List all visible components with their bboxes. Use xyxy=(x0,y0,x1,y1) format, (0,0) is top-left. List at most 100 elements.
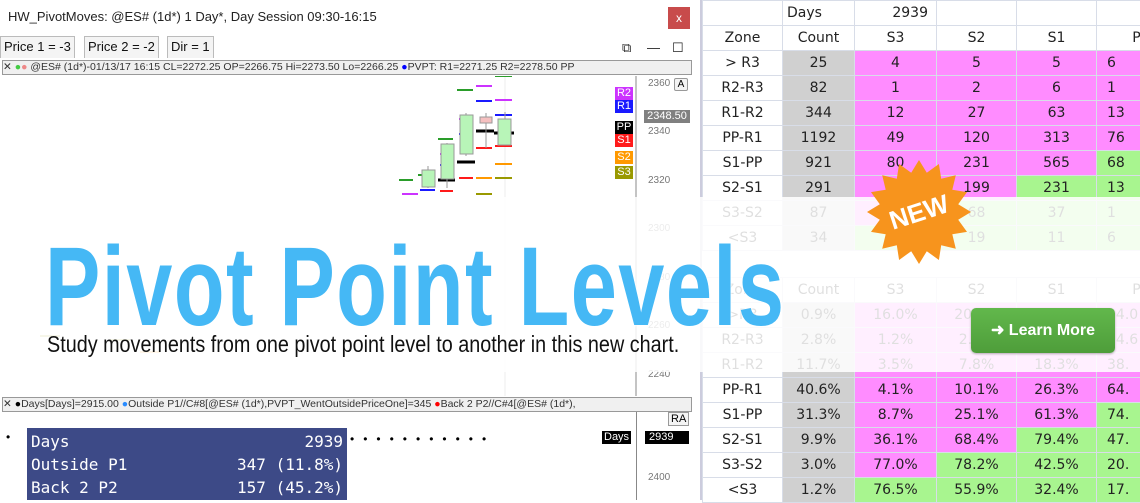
candle xyxy=(480,117,492,123)
value-cell: 313 xyxy=(1017,126,1097,151)
zone-cell: <S3 xyxy=(703,478,783,503)
column-header: P xyxy=(1097,26,1140,51)
value-cell: 68 xyxy=(1097,151,1140,176)
minimize-icon[interactable]: — xyxy=(647,40,660,55)
count-cell: 40.6% xyxy=(783,378,855,403)
days-legend: Days[Days]=2915.00 xyxy=(21,398,119,410)
stat-label: Days xyxy=(31,430,70,453)
candle xyxy=(498,119,511,145)
back-legend: Back 2 P2//C#4[@ES# (1d*), xyxy=(441,398,576,410)
column-header: S1 xyxy=(1017,26,1097,51)
level-s1: S1 xyxy=(615,134,633,147)
value-cell: 32.4% xyxy=(1017,478,1097,503)
restore-icon[interactable]: ⧉ xyxy=(622,40,631,56)
value-cell: 49 xyxy=(855,126,937,151)
subtitle: Study movements from one pivot point lev… xyxy=(47,331,679,358)
value-cell: 6 xyxy=(1097,51,1140,76)
value-cell: 47. xyxy=(1097,428,1140,453)
tab-price-1[interactable]: Price 1 = -3 xyxy=(0,36,75,58)
new-badge: NEW xyxy=(865,158,973,266)
stats-box: Days 2939 Outside P1 347 (11.8%) Back 2 P2… xyxy=(27,428,347,500)
count-cell: 3.0% xyxy=(783,453,855,478)
table-row: S1-PP31.3%8.7%25.1%61.3%74. xyxy=(703,403,1140,428)
maximize-icon[interactable]: ☐ xyxy=(672,40,684,56)
ra-button[interactable]: RA xyxy=(668,412,689,426)
candles xyxy=(422,112,511,188)
value-cell: 1 xyxy=(855,76,937,101)
value-cell: 12 xyxy=(855,101,937,126)
table-row: R2-R3821261 xyxy=(703,76,1140,101)
stat-value: 2939 xyxy=(304,430,343,453)
value-cell: 17. xyxy=(1097,478,1140,503)
count-cell: 82 xyxy=(783,76,855,101)
indicator-axis xyxy=(636,412,637,500)
stat-value: 157 (45.2%) xyxy=(237,476,343,499)
learn-more-button[interactable]: ➜ Learn More xyxy=(971,308,1115,353)
table-row: R1-R234412276313 xyxy=(703,101,1140,126)
last-price-tag: 2348.50 xyxy=(644,110,690,123)
zone-cell: S1-PP xyxy=(703,151,783,176)
value-cell: 76.5% xyxy=(855,478,937,503)
stat-label: Outside P1 xyxy=(31,453,127,476)
title-bar: HW_PivotMoves: @ES# (1d*) 1 Day*, Day Se… xyxy=(0,0,700,36)
candle-icon: ● xyxy=(21,61,27,73)
count-cell: 31.3% xyxy=(783,403,855,428)
count-cell: 1192 xyxy=(783,126,855,151)
value-cell: 25.1% xyxy=(937,403,1017,428)
zone-cell: PP-R1 xyxy=(703,126,783,151)
y-tick: 2360 xyxy=(648,78,670,89)
tab-price-2[interactable]: Price 2 = -2 xyxy=(84,36,159,58)
value-cell: 8.7% xyxy=(855,403,937,428)
indicator-legend: ✕ ●Days[Days]=2915.00 ●Outside P1//C#8[@… xyxy=(2,397,692,412)
cell xyxy=(1017,1,1097,26)
count-cell: 1.2% xyxy=(783,478,855,503)
value-cell: 4 xyxy=(855,51,937,76)
value-cell: 61.3% xyxy=(1017,403,1097,428)
chart-legend: ✕ ●● @ES# (1d*)-01/13/17 16:15 CL=2272.2… xyxy=(2,60,692,75)
column-header: S3 xyxy=(855,26,937,51)
value-cell: 26.3% xyxy=(1017,378,1097,403)
header-row: ZoneCountS3S2S1P xyxy=(703,26,1140,51)
value-cell: 55.9% xyxy=(937,478,1017,503)
candle xyxy=(422,170,435,187)
value-cell: 27 xyxy=(937,101,1017,126)
value-cell: 63 xyxy=(1017,101,1097,126)
value-cell: 1 xyxy=(1097,76,1140,101)
column-header: Count xyxy=(783,26,855,51)
stat-value: 347 (11.8%) xyxy=(237,453,343,476)
zone-cell: > R3 xyxy=(703,51,783,76)
y-tick: 2400 xyxy=(648,472,670,483)
value-cell: 120 xyxy=(937,126,1017,151)
window-title: HW_PivotMoves: @ES# (1d*) 1 Day*, Day Se… xyxy=(8,9,377,24)
table-row: <S31.2%76.5%55.9%32.4%17. xyxy=(703,478,1140,503)
stat-label: Back 2 P2 xyxy=(31,476,118,499)
close-legend-icon[interactable]: ✕ xyxy=(3,398,12,410)
value-cell: 565 xyxy=(1017,151,1097,176)
pivot-lines xyxy=(399,76,514,194)
auto-scale-button[interactable]: A xyxy=(674,78,688,91)
value-cell: 13 xyxy=(1097,101,1140,126)
level-pp: PP xyxy=(615,121,633,134)
value-cell: 6 xyxy=(1017,76,1097,101)
count-cell: 9.9% xyxy=(783,428,855,453)
count-cell: 25 xyxy=(783,51,855,76)
tab-dir[interactable]: Dir = 1 xyxy=(167,36,214,58)
count-cell: 344 xyxy=(783,101,855,126)
table-row: > R3254556 xyxy=(703,51,1140,76)
value-cell: 10.1% xyxy=(937,378,1017,403)
zone-cell: R1-R2 xyxy=(703,101,783,126)
column-header: Zone xyxy=(703,26,783,51)
value-cell: 79.4% xyxy=(1017,428,1097,453)
table-row: S3-S23.0%77.0%78.2%42.5%20. xyxy=(703,453,1140,478)
close-button[interactable]: x xyxy=(668,7,690,29)
dot-markers: ••••••••••• xyxy=(350,432,495,446)
cell xyxy=(937,1,1017,26)
close-legend-icon[interactable]: ✕ xyxy=(3,61,12,73)
value-cell: 2 xyxy=(937,76,1017,101)
cell xyxy=(1097,1,1140,26)
zone-cell: R2-R3 xyxy=(703,76,783,101)
cell xyxy=(703,1,783,26)
zone-cell: S3-S2 xyxy=(703,453,783,478)
dot-marker: • xyxy=(6,430,10,444)
zone-cell: PP-R1 xyxy=(703,378,783,403)
